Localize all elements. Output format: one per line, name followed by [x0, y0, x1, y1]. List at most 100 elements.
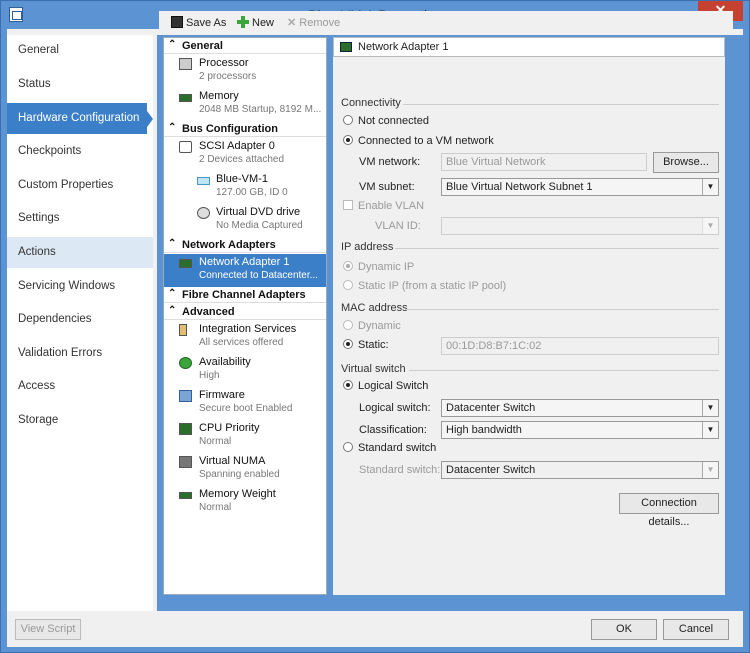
remove-button[interactable]: ✕ Remove	[287, 13, 340, 33]
tree-item-availability[interactable]: Availability High	[164, 354, 326, 387]
category-bus-configuration[interactable]: Bus Configuration	[164, 120, 326, 137]
details-panel: Network Adapter 1 Connectivity Not conne…	[333, 37, 725, 595]
vlan-id-label: VLAN ID:	[375, 220, 421, 232]
nav-item-access[interactable]: Access	[7, 371, 153, 402]
dvd-icon	[197, 207, 210, 219]
category-general[interactable]: General	[164, 37, 326, 54]
dynamic-ip-radio[interactable]: Dynamic IP	[343, 261, 414, 273]
classification-label: Classification:	[359, 424, 427, 436]
nav-item-status[interactable]: Status	[7, 69, 153, 100]
tree-item-scsi-adapter[interactable]: SCSI Adapter 0 2 Devices attached	[164, 138, 326, 171]
logical-switch-radio[interactable]: Logical Switch	[343, 380, 428, 392]
nav-item-dependencies[interactable]: Dependencies	[7, 304, 153, 335]
cpu-priority-icon	[179, 423, 192, 435]
nav-item-hardware-configuration[interactable]: Hardware Configuration	[7, 103, 153, 134]
processor-icon	[179, 58, 192, 70]
cancel-button[interactable]: Cancel	[663, 619, 729, 640]
add-icon	[237, 16, 249, 28]
chevron-down-icon: ▼	[702, 179, 718, 195]
static-mac-radio[interactable]: Static:	[343, 339, 389, 351]
divider	[403, 104, 719, 105]
connected-vm-network-radio[interactable]: Connected to a VM network	[343, 135, 494, 147]
hard-disk-icon	[197, 177, 210, 185]
enable-vlan-checkbox[interactable]: Enable VLAN	[343, 200, 424, 212]
radio-selected-icon	[343, 380, 353, 390]
numa-icon	[179, 456, 192, 468]
radio-icon	[343, 320, 353, 330]
left-nav: General Status Hardware Configuration Ch…	[7, 35, 153, 611]
radio-icon	[343, 280, 353, 290]
logical-switch-label: Logical switch:	[359, 402, 431, 414]
section-mac-address: MAC address	[341, 302, 408, 314]
browse-button[interactable]: Browse...	[653, 152, 719, 173]
section-connectivity: Connectivity	[341, 97, 401, 109]
standard-switch-radio[interactable]: Standard switch	[343, 442, 436, 454]
view-script-button[interactable]: View Script	[15, 619, 81, 640]
radio-selected-icon	[343, 135, 353, 145]
ok-button[interactable]: OK	[591, 619, 657, 640]
tree-item-cpu-priority[interactable]: CPU Priority Normal	[164, 420, 326, 453]
nav-item-settings[interactable]: Settings	[7, 203, 153, 234]
remove-icon: ✕	[287, 17, 297, 29]
tree-item-integration-services[interactable]: Integration Services All services offere…	[164, 321, 326, 354]
tree-item-virtual-disk[interactable]: Blue-VM-1 127.00 GB, ID 0	[164, 171, 326, 204]
save-icon	[171, 16, 183, 28]
hardware-tree: General Processor 2 processors Memory 20…	[163, 37, 327, 595]
logical-switch-dropdown[interactable]: Datacenter Switch ▼	[441, 399, 719, 417]
scsi-icon	[179, 141, 192, 153]
nav-item-actions[interactable]: Actions	[7, 237, 153, 268]
details-header: Network Adapter 1	[333, 37, 725, 57]
nav-item-general[interactable]: General	[7, 35, 153, 66]
checkbox-icon	[343, 200, 353, 210]
chevron-down-icon: ▼	[702, 218, 718, 234]
network-adapter-icon	[340, 42, 352, 52]
properties-window: Blue-VM-1 Properties ✕ General Status Ha…	[0, 0, 750, 653]
chevron-down-icon: ▼	[702, 422, 718, 438]
vlan-id-dropdown[interactable]: ▼	[441, 217, 719, 235]
radio-icon	[343, 442, 353, 452]
tree-item-network-adapter[interactable]: Network Adapter 1 Connected to Datacente…	[164, 254, 326, 287]
integration-services-icon	[179, 324, 187, 336]
nav-item-servicing-windows[interactable]: Servicing Windows	[7, 271, 153, 302]
radio-icon	[343, 115, 353, 125]
standard-switch-dropdown[interactable]: Datacenter Switch ▼	[441, 461, 719, 479]
vm-network-label: VM network:	[359, 156, 421, 168]
divider	[405, 309, 719, 310]
nav-item-custom-properties[interactable]: Custom Properties	[7, 170, 153, 201]
tree-item-virtual-numa[interactable]: Virtual NUMA Spanning enabled	[164, 453, 326, 486]
chevron-down-icon: ▼	[702, 462, 718, 478]
mac-address-field[interactable]: 00:1D:D8:B7:1C:02	[441, 337, 719, 355]
tree-item-memory[interactable]: Memory 2048 MB Startup, 8192 M...	[164, 88, 326, 121]
availability-icon	[179, 357, 192, 369]
classification-dropdown[interactable]: High bandwidth ▼	[441, 421, 719, 439]
vm-subnet-dropdown[interactable]: Blue Virtual Network Subnet 1 ▼	[441, 178, 719, 196]
tree-item-dvd-drive[interactable]: Virtual DVD drive No Media Captured	[164, 204, 326, 237]
vm-subnet-label: VM subnet:	[359, 181, 415, 193]
connection-details-button[interactable]: Connection details...	[619, 493, 719, 528]
category-advanced[interactable]: Advanced	[164, 303, 326, 320]
tree-item-processor[interactable]: Processor 2 processors	[164, 55, 326, 88]
radio-selected-icon	[343, 261, 353, 271]
divider	[395, 248, 719, 249]
dynamic-mac-radio[interactable]: Dynamic	[343, 320, 401, 332]
tree-item-memory-weight[interactable]: Memory Weight Normal	[164, 486, 326, 519]
category-fibre-channel-adapters[interactable]: Fibre Channel Adapters	[164, 286, 326, 303]
tree-item-firmware[interactable]: Firmware Secure boot Enabled	[164, 387, 326, 420]
section-ip-address: IP address	[341, 241, 394, 253]
footer-bar: View Script OK Cancel	[7, 611, 743, 647]
memory-weight-icon	[179, 492, 192, 499]
vm-network-field: Blue Virtual Network	[441, 153, 647, 171]
firmware-icon	[179, 390, 192, 402]
radio-selected-icon	[343, 339, 353, 349]
nav-item-storage[interactable]: Storage	[7, 405, 153, 436]
static-ip-radio[interactable]: Static IP (from a static IP pool)	[343, 280, 506, 292]
save-as-button[interactable]: Save As	[171, 13, 226, 33]
nav-item-checkpoints[interactable]: Checkpoints	[7, 136, 153, 167]
standard-switch-label: Standard switch:	[359, 464, 441, 476]
nav-item-validation-errors[interactable]: Validation Errors	[7, 338, 153, 369]
section-virtual-switch: Virtual switch	[341, 363, 406, 375]
memory-icon	[179, 94, 192, 102]
category-network-adapters[interactable]: Network Adapters	[164, 236, 326, 253]
new-button[interactable]: New	[237, 13, 274, 33]
not-connected-radio[interactable]: Not connected	[343, 115, 429, 127]
